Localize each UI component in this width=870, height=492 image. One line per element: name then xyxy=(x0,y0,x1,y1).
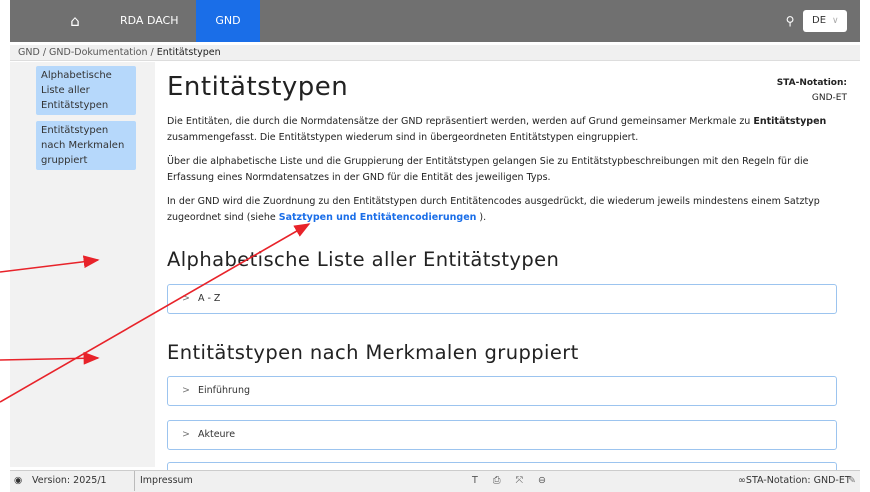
accordion-label: A - Z xyxy=(197,293,221,304)
home-icon[interactable]: ⌂ xyxy=(65,11,85,31)
language-value: DE xyxy=(812,15,827,26)
page-title: Entitätstypen xyxy=(167,72,349,102)
top-navigation-bar: ⌂ RDA DACH GND ⚲ DE ∨ xyxy=(10,0,860,42)
breadcrumb-separator: / xyxy=(39,47,50,58)
intro-bold-term: Entitätstypen xyxy=(753,116,827,127)
section-title-alphabetical: Alphabetische Liste aller Entitätstypen xyxy=(167,248,560,271)
sidebar-item-grouped-by-features[interactable]: Entitätstypen nach Merkmalen gruppiert xyxy=(36,121,136,170)
accordion-a-z[interactable]: > A - Z xyxy=(167,284,837,314)
pencil-icon[interactable]: ✎ xyxy=(848,471,856,491)
breadcrumb-separator: / xyxy=(147,47,157,58)
impressum-link[interactable]: Impressum xyxy=(134,471,193,491)
section-title-grouped: Entitätstypen nach Merkmalen gruppiert xyxy=(167,341,579,364)
sidebar: Alphabetische Liste aller Entitätstypen … xyxy=(10,62,155,467)
nav-gnd-active[interactable]: GND xyxy=(196,0,260,42)
search-icon[interactable]: ⚲ xyxy=(780,11,800,31)
intro-paragraph-3: In der GND wird die Zuordnung zu den Ent… xyxy=(167,194,847,226)
chevron-down-icon: ∨ xyxy=(832,16,839,26)
link-icon: ∞ xyxy=(738,475,746,486)
app-window: ⌂ RDA DACH GND ⚲ DE ∨ GND / GND-Dokumenta… xyxy=(10,0,860,492)
version-label: Version: 2025/1 xyxy=(32,475,107,486)
accordion-akteure[interactable]: > Akteure xyxy=(167,420,837,450)
satztypen-link[interactable]: Satztypen und Entitätencodierungen xyxy=(279,212,477,223)
intro-paragraph-1: Die Entitäten, die durch die Normdatensä… xyxy=(167,114,847,146)
sidebar-item-alphabetical-list[interactable]: Alphabetische Liste aller Entitätstypen xyxy=(36,66,136,115)
intro-text: zusammengefasst. Die Entitätstypen wiede… xyxy=(167,132,639,143)
intro-text: In der GND wird die Zuordnung zu den Ent… xyxy=(167,196,820,223)
status-bar: ◉ Version: 2025/1 Impressum T ⎙ ⤧ ⊖ ∞STA… xyxy=(10,470,860,492)
breadcrumb-current: Entitätstypen xyxy=(156,47,221,58)
sta-notation-box: STA-Notation: GND-ET xyxy=(757,76,847,106)
language-select[interactable]: DE ∨ xyxy=(803,10,847,32)
breadcrumb: GND / GND-Dokumentation / Entitätstypen xyxy=(10,45,860,61)
intro-text: ). xyxy=(476,212,487,223)
sta-notation-footer: ∞STA-Notation: GND-ET xyxy=(738,471,851,491)
nav-rda-dach[interactable]: RDA DACH xyxy=(120,0,179,42)
intro-paragraph-2: Über die alphabetische Liste und die Gru… xyxy=(167,156,809,183)
accordion-label: Akteure xyxy=(197,429,236,440)
github-icon[interactable]: ◉ xyxy=(14,471,22,491)
sta-notation-label: STA-Notation: xyxy=(776,78,847,88)
breadcrumb-gnd[interactable]: GND xyxy=(18,47,40,58)
chevron-right-icon: > xyxy=(182,429,190,440)
intro-text: Die Entitäten, die durch die Normdatensä… xyxy=(167,116,754,127)
chevron-right-icon: > xyxy=(182,293,190,304)
toolbar-icons[interactable]: T ⎙ ⤧ ⊖ xyxy=(472,471,552,491)
breadcrumb-gnd-documentation[interactable]: GND-Dokumentation xyxy=(49,47,147,58)
sta-notation-footer-text: STA-Notation: GND-ET xyxy=(745,475,851,486)
accordion-label: Einführung xyxy=(197,385,250,396)
sta-notation-value: GND-ET xyxy=(811,93,847,103)
chevron-right-icon: > xyxy=(182,385,190,396)
accordion-einfuehrung[interactable]: > Einführung xyxy=(167,376,837,406)
